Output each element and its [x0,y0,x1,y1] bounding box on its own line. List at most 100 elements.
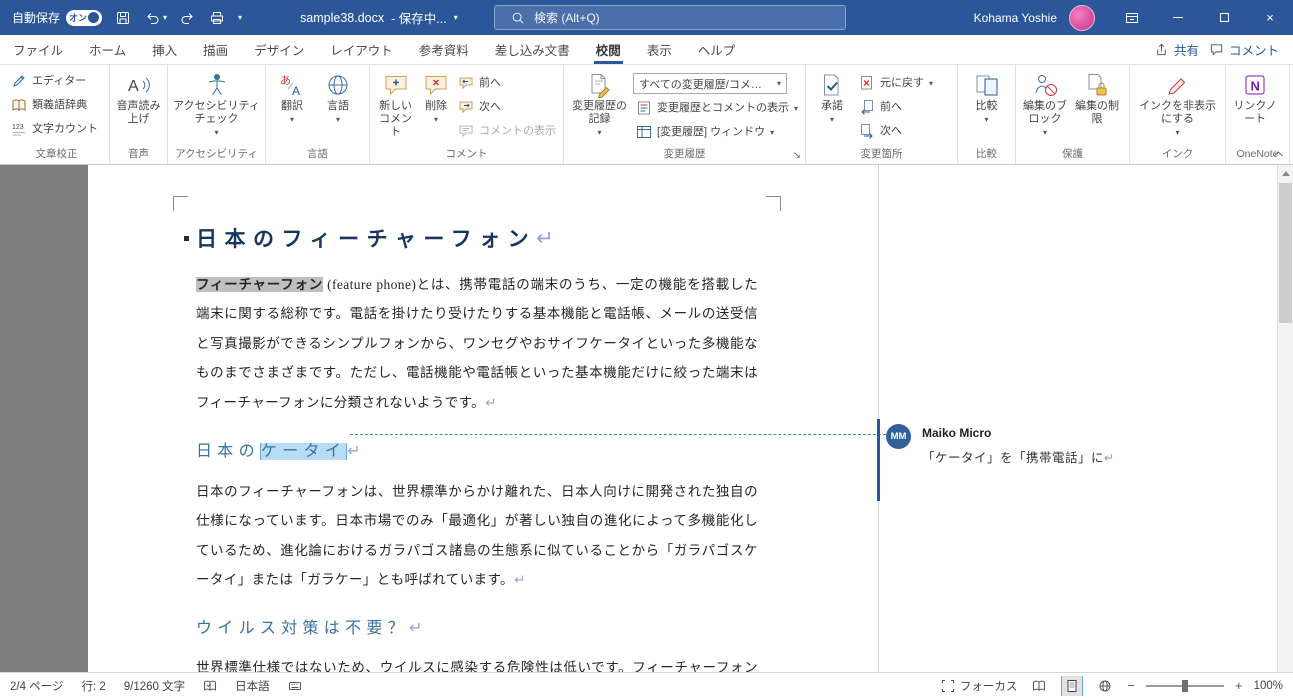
scroll-up-button[interactable] [1278,165,1293,181]
previous-change-button[interactable]: 前へ [856,97,936,117]
page-indicator[interactable]: 2/4 ページ [10,678,63,694]
tab-mailings[interactable]: 差し込み文書 [482,35,583,64]
translate-button[interactable]: あA 翻訳 ▾ [270,68,314,147]
highlighted-term[interactable]: フィーチャーフォン [196,277,323,292]
translate-label: 翻訳 [281,100,303,112]
comments-label: コメント [1228,44,1279,58]
zoom-level[interactable]: 100% [1254,680,1283,692]
tab-file[interactable]: ファイル [0,35,76,64]
close-button[interactable]: × [1247,0,1293,35]
paragraph-2[interactable]: 日本のフィーチャーフォンは、世界標準からかけ離れた、日本人向けに開発された独自の… [196,477,758,596]
selected-text[interactable]: ケータイ [259,443,348,460]
show-comments-button[interactable]: コメントの表示 [455,121,559,141]
document-heading-3[interactable]: ウイルス対策は不要？↵ [196,615,422,642]
minimize-button[interactable] [1155,0,1201,35]
next-change-label: 次へ [880,124,902,137]
word-count-button[interactable]: 123 文字カウント [8,119,105,139]
save-icon [115,10,131,26]
line-indicator[interactable]: 行: 2 [81,678,105,694]
tab-references[interactable]: 参考資料 [406,35,482,64]
collapse-ribbon-button[interactable] [1273,150,1284,158]
undo-button[interactable]: ▾ [144,10,167,26]
customize-qat-button[interactable]: ▾ [238,13,242,22]
vertical-scrollbar[interactable] [1277,165,1293,672]
zoom-slider-thumb[interactable] [1181,679,1188,692]
zoom-out-button[interactable]: − [1127,679,1135,692]
margin-crop-mark-left [173,196,188,211]
save-button[interactable] [115,10,131,26]
tab-draw[interactable]: 描画 [190,35,241,64]
linked-notes-button[interactable]: N リンクノート [1230,68,1280,147]
word-count-indicator[interactable]: 9/1260 文字 [124,678,185,694]
maximize-button[interactable] [1201,0,1247,35]
zoom-slider[interactable] [1145,679,1224,692]
account-avatar[interactable] [1069,4,1095,31]
comments-button[interactable]: コメント [1209,40,1279,59]
zoom-in-button[interactable]: + [1235,679,1243,692]
document-title-bar[interactable]: sample38.docx - 保存中... ▾ [300,8,458,27]
autosave-switch[interactable]: オン [66,9,103,26]
document-heading-1[interactable]: 日本のフィーチャーフォン ↵ [184,223,554,253]
comment-card[interactable]: MM Maiko Micro 「ケータイ」を「携帯電話」に↵ [886,423,1266,483]
ribbon-tab-row: ファイル ホーム 挿入 描画 デザイン レイアウト 参考資料 差し込み文書 校閲… [0,35,1293,65]
new-comment-button[interactable]: 新しいコメント [374,68,417,147]
proofing-status-button[interactable] [203,679,217,693]
accept-button[interactable]: 承諾 ▾ [810,68,854,147]
restrict-editing-button[interactable]: 編集の制限 [1072,68,1122,147]
block-authors-button[interactable]: 編集のブロック ▾ [1020,68,1070,147]
paragraph-3[interactable]: 世界標準仕様ではないため、ウイルスに感染する危険性は低いです。フィーチャーフォン… [196,653,758,672]
previous-comment-button[interactable]: 前へ [455,73,559,93]
search-box[interactable]: 検索 (Alt+Q) [494,5,846,30]
accessibility-check-button[interactable]: アクセシビリティ チェック ▾ [172,68,261,147]
editor-button[interactable]: エディター [8,71,105,91]
compare-button[interactable]: 比較 ▾ [962,68,1011,147]
web-layout-button[interactable] [1094,676,1116,696]
language-button[interactable]: 言語 ▾ [316,68,360,147]
share-button[interactable]: 共有 [1154,40,1199,59]
tab-view[interactable]: 表示 [634,35,685,64]
keyboard-status-button[interactable] [288,679,302,693]
heading-bullet-icon [184,235,189,241]
comment-text[interactable]: 「ケータイ」を「携帯電話」に [922,451,1104,465]
next-change-button[interactable]: 次へ [856,121,936,141]
thesaurus-button[interactable]: 類義語辞典 [8,95,105,115]
hide-ink-button[interactable]: インクを非表示にする ▾ [1136,68,1220,147]
ribbon-display-options-button[interactable] [1109,0,1155,35]
delete-comment-button[interactable]: 削除 ▾ [419,68,453,147]
read-mode-button[interactable] [1028,676,1050,696]
tab-review[interactable]: 校閲 [583,35,634,64]
account-name[interactable]: Kohama Yoshie [974,11,1057,25]
paragraph-1[interactable]: フィーチャーフォン (feature phone)とは、携帯電話の端末のうち、一… [196,270,758,418]
tab-design[interactable]: デザイン [241,35,317,64]
tab-home[interactable]: ホーム [76,35,139,64]
redo-button[interactable] [180,10,196,26]
reject-button[interactable]: 元に戻す ▾ [856,73,936,93]
read-aloud-button[interactable]: A 音声読み上げ [114,68,163,147]
tracking-dialog-launcher[interactable]: ↘ [793,150,801,162]
document-page[interactable]: 日本のフィーチャーフォン ↵ フィーチャーフォン (feature phone)… [88,165,878,672]
tab-help[interactable]: ヘルプ [685,35,749,64]
comment-avatar[interactable]: MM [886,424,911,449]
language-indicator[interactable]: 日本語 [235,678,270,694]
scroll-up-icon [1282,170,1290,176]
block-authors-label: 編集のブロック [1023,100,1067,125]
svg-text:123: 123 [12,124,24,131]
print-button[interactable] [209,10,225,26]
track-changes-button[interactable]: 変更履歴の記録 ▾ [568,68,631,147]
markup-display-combobox[interactable]: すべての変更履歴/コメ… ▾ [632,73,787,94]
group-label-tracking: 変更履歴 [663,148,706,160]
chevron-down-icon: ▾ [238,13,243,22]
quick-access-toolbar: 自動保存 オン ▾ ▾ [0,9,242,26]
scrollbar-thumb[interactable] [1279,183,1292,323]
show-markup-button[interactable]: 変更履歴とコメントの表示 ▾ [633,98,801,118]
document-heading-2[interactable]: 日本のケータイ↵ [196,438,361,465]
next-comment-button[interactable]: 次へ [455,97,559,117]
tab-insert[interactable]: 挿入 [139,35,190,64]
titlebar: 自動保存 オン ▾ ▾ sample38.docx - 保存中... ▾ 検索 … [0,0,1293,35]
autosave-toggle[interactable]: 自動保存 オン [12,9,103,26]
print-layout-button[interactable] [1061,675,1084,696]
tab-layout[interactable]: レイアウト [317,35,406,64]
show-comments-label: コメントの表示 [479,124,556,137]
focus-mode-button[interactable]: フォーカス [941,678,1017,694]
reviewing-pane-button[interactable]: [変更履歴] ウィンドウ ▾ [633,122,801,142]
